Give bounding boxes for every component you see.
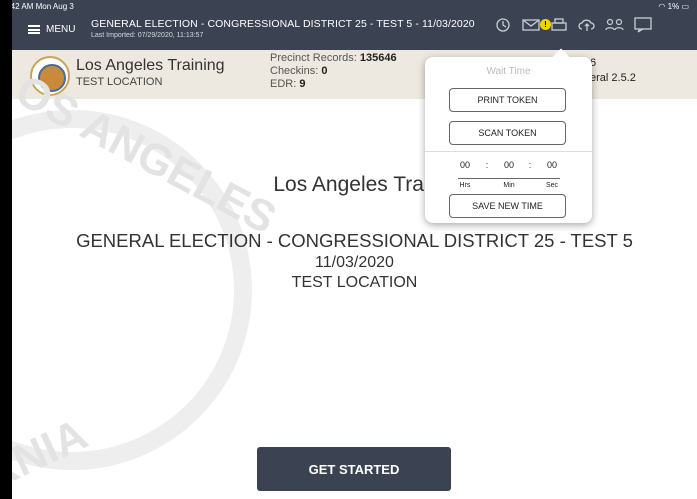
checkins-value: 0	[321, 65, 328, 77]
edr-value: 9	[299, 78, 306, 90]
history-icon[interactable]	[492, 14, 514, 36]
seconds-label: Sec	[545, 182, 559, 189]
chat-icon[interactable]	[632, 14, 654, 36]
colon-1: :	[485, 160, 489, 170]
cloud-upload-icon[interactable]	[576, 14, 598, 36]
last-imported: Last Imported: 07/29/2020, 11:13:57	[91, 32, 204, 39]
save-new-time-button[interactable]: SAVE NEW TIME	[449, 194, 566, 218]
popup-divider	[425, 151, 592, 152]
popup-title: Wait Time	[486, 66, 531, 77]
device-frame: 8:42 AM Mon Aug 3 ◠ 1% ▭ MENU GENERAL EL…	[0, 0, 697, 499]
location-name: Los Angeles Training	[76, 57, 225, 74]
print-token-button[interactable]: PRINT TOKEN	[449, 88, 566, 112]
test-location: TEST LOCATION	[291, 274, 418, 291]
menu-label: MENU	[46, 24, 76, 35]
app-screen: 8:42 AM Mon Aug 3 ◠ 1% ▭ MENU GENERAL EL…	[12, 0, 697, 499]
minutes-value[interactable]: 00	[499, 160, 519, 170]
wait-time-popup: Wait Time PRINT TOKEN SCAN TOKEN 00 : 00…	[425, 48, 592, 223]
election-name: GENERAL ELECTION - CONGRESSIONAL DISTRIC…	[76, 230, 633, 251]
colon-2: :	[528, 160, 532, 170]
users-icon[interactable]	[604, 14, 626, 36]
training-title: Los Angeles Trair	[273, 173, 436, 196]
precinct-value: 135646	[359, 52, 397, 64]
printer-icon[interactable]	[548, 14, 570, 36]
time-picker[interactable]: 00 : 00 : 00	[425, 160, 592, 172]
menu-button[interactable]: MENU	[28, 24, 75, 35]
notification-badge: !	[540, 19, 551, 30]
status-time-date: 8:42 AM Mon Aug 3	[12, 2, 74, 11]
location-sub: TEST LOCATION	[76, 76, 163, 88]
edr-label: EDR:	[270, 78, 297, 90]
hamburger-icon	[28, 25, 40, 34]
stats-block: Precinct Records: 135646 Checkins: 0 EDR…	[270, 52, 397, 91]
time-underline	[458, 178, 560, 179]
battery-icon: ▭	[681, 2, 689, 11]
election-title: GENERAL ELECTION - CONGRESSIONAL DISTRIC…	[91, 18, 475, 30]
hours-value[interactable]: 00	[455, 160, 475, 170]
battery-percent: 1%	[667, 2, 680, 11]
hours-label: Hrs	[459, 182, 471, 189]
minutes-label: Min	[503, 182, 515, 189]
election-date: 11/03/2020	[315, 254, 394, 271]
status-battery: ◠ 1% ▭	[658, 2, 689, 11]
checkins-label: Checkins:	[270, 65, 319, 77]
seconds-value[interactable]: 00	[542, 160, 562, 170]
scan-token-button[interactable]: SCAN TOKEN	[449, 121, 566, 145]
info-right-line2: eral 2.5.2	[590, 72, 636, 84]
wifi-icon: ◠	[658, 2, 666, 11]
mail-icon[interactable]	[520, 14, 542, 36]
precinct-label: Precinct Records:	[270, 52, 357, 64]
toolbar-icons	[492, 14, 654, 36]
top-bar: 8:42 AM Mon Aug 3 ◠ 1% ▭ MENU GENERAL EL…	[12, 0, 697, 50]
get-started-button[interactable]: GET STARTED	[257, 447, 451, 491]
